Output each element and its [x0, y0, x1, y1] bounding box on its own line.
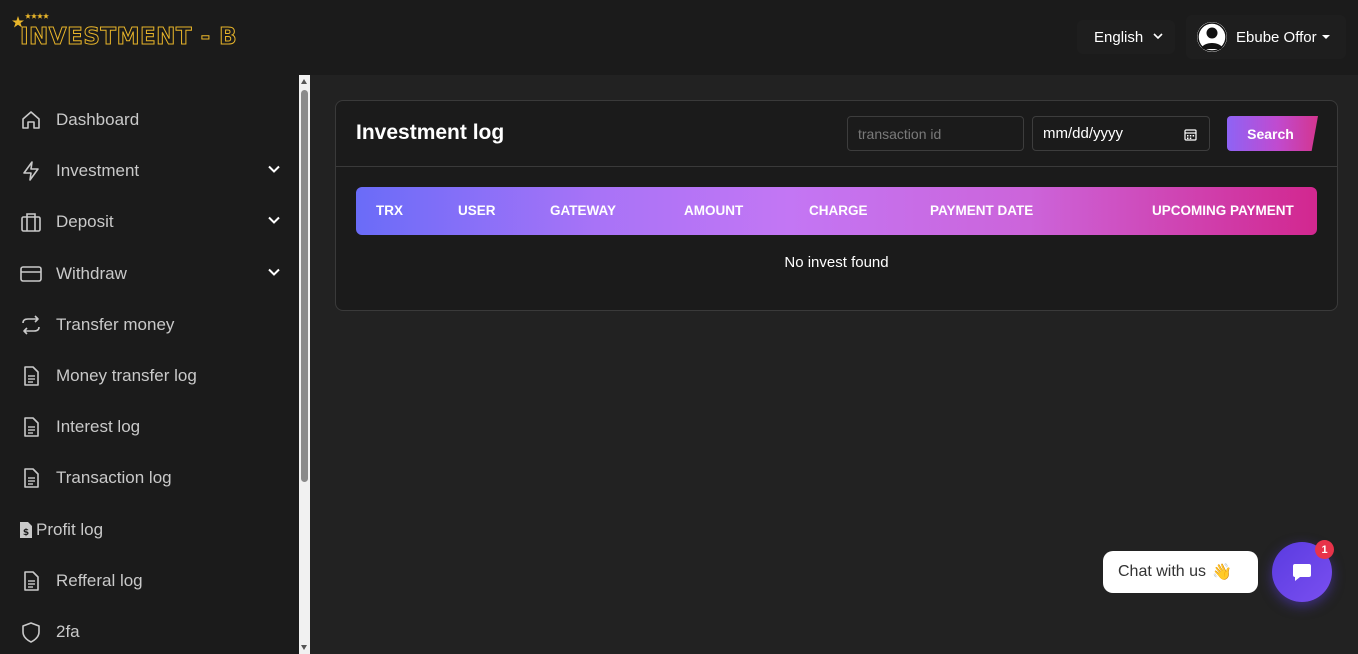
- sidebar-item-money-transfer-log[interactable]: Money transfer log: [0, 356, 299, 396]
- sidebar-item-label: Refferal log: [56, 571, 143, 590]
- document-icon: [24, 468, 39, 488]
- sidebar-item-2fa[interactable]: 2fa: [0, 612, 299, 652]
- user-icon: [1197, 22, 1227, 52]
- home-icon: [22, 111, 40, 129]
- sidebar-item-label: Dashboard: [56, 110, 140, 129]
- date-placeholder: mm/dd/yyyy: [1043, 125, 1124, 142]
- chat-icon: [1293, 564, 1311, 581]
- sidebar-item-label: Money transfer log: [56, 366, 197, 385]
- user-menu[interactable]: Ebube Offor: [1186, 15, 1346, 59]
- empty-state-message: No invest found: [784, 254, 889, 271]
- date-input[interactable]: mm/dd/yyyy: [1032, 116, 1210, 151]
- sidebar-item-label: Withdraw: [56, 264, 127, 283]
- brand-logo[interactable]: INVESTMENT - B: [12, 13, 237, 54]
- logo-text: INVESTMENT - B: [19, 24, 238, 51]
- column-header-charge: CHARGE: [809, 203, 868, 218]
- sidebar-item-label: Deposit: [56, 212, 114, 231]
- notification-badge: 1: [1315, 540, 1334, 559]
- chevron-down-icon: [268, 268, 280, 276]
- column-header-trx: TRX: [376, 203, 403, 218]
- column-header-upcoming-payment: UPCOMING PAYMENT: [1152, 203, 1294, 218]
- sidebar-item-label: Investment: [56, 161, 140, 180]
- page-title: Investment log: [356, 121, 505, 144]
- transfer-icon: [22, 315, 40, 335]
- chevron-down-icon: [268, 216, 280, 224]
- search-button[interactable]: Search: [1227, 116, 1318, 151]
- calendar-icon[interactable]: [1184, 128, 1197, 141]
- chevron-down-icon: [1153, 33, 1163, 40]
- sidebar-item-interest-log[interactable]: Interest log: [0, 407, 299, 447]
- briefcase-icon: [21, 213, 41, 232]
- caret-down-icon: [1321, 35, 1330, 39]
- scroll-up-arrow-icon[interactable]: [301, 79, 307, 84]
- sidebar-item-label: Interest log: [56, 417, 141, 436]
- sidebar-item-investment[interactable]: Investment: [0, 151, 299, 191]
- document-icon: [24, 417, 39, 437]
- svg-text:$: $: [23, 528, 29, 538]
- language-label: English: [1094, 28, 1144, 46]
- table-header: TRX USER GATEWAY AMOUNT CHARGE PAYMENT D…: [356, 187, 1317, 235]
- transaction-id-input[interactable]: [847, 116, 1024, 151]
- chevron-down-icon: [268, 165, 280, 173]
- document-icon: [24, 366, 39, 386]
- sidebar-item-label: 2fa: [56, 622, 80, 641]
- wave-emoji-icon: 👋: [1212, 564, 1232, 581]
- column-header-user: USER: [458, 203, 496, 218]
- avatar: [1197, 22, 1227, 52]
- column-header-payment-date: PAYMENT DATE: [930, 203, 1034, 218]
- divider: [336, 166, 1337, 167]
- shield-icon: [22, 622, 40, 643]
- scroll-down-arrow-icon[interactable]: [301, 645, 307, 650]
- sidebar-item-label: Transfer money: [56, 315, 175, 334]
- sidebar-item-deposit[interactable]: Deposit: [0, 202, 299, 242]
- user-name: Ebube Offor: [1236, 28, 1317, 46]
- invoice-icon: $: [20, 522, 32, 538]
- lightning-icon: [23, 161, 39, 181]
- scrollbar-thumb[interactable]: [301, 90, 308, 482]
- sidebar-item-label: Profit log: [36, 520, 104, 539]
- column-header-gateway: GATEWAY: [550, 203, 617, 218]
- sidebar-item-transaction-log[interactable]: Transaction log: [0, 458, 299, 498]
- sidebar-scrollbar[interactable]: [299, 75, 310, 654]
- language-selector[interactable]: English: [1077, 20, 1175, 54]
- sidebar-item-withdraw[interactable]: Withdraw: [0, 254, 299, 294]
- top-bar: INVESTMENT - B English Ebube Offor: [0, 0, 1358, 75]
- credit-card-icon: [20, 266, 42, 282]
- document-icon: [24, 571, 39, 591]
- sidebar-item-label: Transaction log: [56, 468, 172, 487]
- investment-log-card: Investment log mm/dd/yyyy Search TRX USE…: [335, 100, 1338, 311]
- chat-label: Chat with us: [1118, 563, 1207, 580]
- sidebar-item-transfer-money[interactable]: Transfer money: [0, 305, 299, 345]
- sidebar-item-profit-log[interactable]: $ Profit log: [0, 510, 299, 550]
- column-header-amount: AMOUNT: [684, 203, 744, 218]
- sidebar-item-refferal-log[interactable]: Refferal log: [0, 561, 299, 601]
- sidebar-item-dashboard[interactable]: Dashboard: [0, 100, 299, 140]
- chat-prompt[interactable]: Chat with us 👋: [1103, 551, 1258, 593]
- sidebar: Dashboard Investment Deposit Withdraw Tr…: [0, 75, 299, 654]
